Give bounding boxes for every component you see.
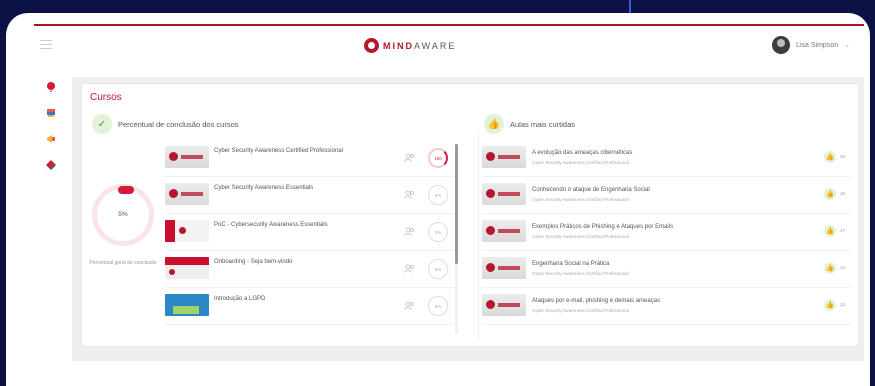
lesson-row[interactable]: Ataques por e-mail, phishing e demais am… — [482, 288, 852, 325]
balloon-icon[interactable] — [46, 82, 56, 92]
diamond-icon[interactable] — [46, 160, 56, 170]
people-icon — [404, 264, 414, 273]
lesson-thumbnail — [482, 183, 526, 205]
course-progress: 100 — [428, 148, 448, 168]
completion-arc — [118, 186, 134, 194]
course-thumbnail — [165, 220, 209, 242]
lesson-title: Exemplos Práticos de Phishing e Ataques … — [532, 224, 674, 230]
completion-value: 5% — [118, 211, 128, 218]
course-title: Cyber Security Awareness Essentials — [214, 185, 314, 191]
like-count: 19 — [840, 191, 846, 196]
lesson-title: Ataques por e-mail, phishing e demais am… — [532, 298, 661, 304]
lesson-course: Cyber Security Awareness Certified Profe… — [532, 234, 629, 239]
chevron-down-icon: ⌄ — [844, 42, 850, 49]
course-row[interactable]: PoC - Cybersecurity Awareness Essentials… — [164, 214, 456, 251]
lesson-row[interactable]: Engenharia Social na Prática Cyber Secur… — [482, 251, 852, 288]
thumbs-up-icon[interactable]: 👍 — [824, 299, 836, 311]
completion-label: Percentual geral de conclusão — [89, 260, 157, 266]
liked-section-header: 👍 Aulas mais curtidas — [484, 114, 575, 134]
like-count: 25 — [840, 154, 846, 159]
course-progress: 0% — [428, 296, 448, 316]
course-title: PoC - Cybersecurity Awareness Essentials — [214, 222, 328, 228]
course-title: Cyber Security Awareness Certified Profe… — [214, 148, 343, 154]
course-thumbnail — [165, 183, 209, 205]
liked-lessons-list: A evolução das ameaças cibernéticas Cybe… — [482, 140, 852, 325]
page-title: Cursos — [90, 92, 122, 103]
lesson-row[interactable]: Exemplos Práticos de Phishing e Ataques … — [482, 214, 852, 251]
lesson-row[interactable]: Conhecendo o ataque de Engenharia Social… — [482, 177, 852, 214]
column-divider — [478, 134, 479, 340]
course-title: Introdução a LGPD — [214, 296, 266, 302]
menu-icon[interactable] — [40, 40, 52, 52]
lesson-thumbnail — [482, 146, 526, 168]
thumbs-up-icon[interactable]: 👍 — [824, 225, 836, 237]
avatar — [772, 36, 791, 54]
thumbs-up-icon[interactable]: 👍 — [824, 262, 836, 274]
thumbs-up-icon[interactable]: 👍 — [824, 151, 836, 163]
people-icon — [404, 190, 414, 199]
decorative-line — [629, 0, 631, 14]
user-name: Lisa Simpson — [796, 41, 839, 49]
brand-logo[interactable]: MINDAWARE — [364, 38, 456, 53]
thumbs-up-icon: 👍 — [484, 114, 504, 134]
lesson-course: Cyber Security Awareness Certified Profe… — [532, 308, 629, 313]
course-thumbnail — [165, 146, 209, 168]
course-thumbnail — [165, 294, 209, 316]
liked-heading: Aulas mais curtidas — [510, 119, 576, 129]
course-thumbnail — [165, 257, 209, 279]
lesson-thumbnail — [482, 257, 526, 279]
course-row[interactable]: Cyber Security Awareness Essentials 0% — [164, 177, 456, 214]
check-icon: ✓ — [92, 114, 112, 134]
lesson-row[interactable]: A evolução das ameaças cibernéticas Cybe… — [482, 140, 852, 177]
lesson-title: Engenharia Social na Prática — [532, 261, 610, 267]
megaphone-icon[interactable] — [46, 134, 56, 144]
course-list-scrollbar-thumb[interactable] — [455, 144, 458, 264]
sidebar — [44, 82, 58, 186]
lesson-course: Cyber Security Awareness Certified Profe… — [532, 197, 629, 202]
course-progress: 0% — [428, 222, 448, 242]
course-list: Cyber Security Awareness Certified Profe… — [164, 140, 456, 336]
lesson-thumbnail — [482, 220, 526, 242]
lesson-course: Cyber Security Awareness Certified Profe… — [532, 160, 629, 165]
courses-card: Cursos ✓ Percentual de conclusão dos cur… — [82, 84, 858, 346]
like-count: 12 — [840, 302, 846, 307]
lesson-title: A evolução das ameaças cibernéticas — [532, 150, 633, 156]
thumbs-up-icon[interactable]: 👍 — [824, 188, 836, 200]
course-progress: 0% — [428, 259, 448, 279]
course-title: Onboarding - Seja bem-vindo — [214, 259, 293, 265]
completion-heading: Percentual de conclusão dos cursos — [118, 119, 239, 129]
top-bar: MINDAWARE Lisa Simpson ⌄ — [34, 24, 864, 68]
like-count: 12 — [840, 265, 846, 270]
course-row[interactable]: Onboarding - Seja bem-vindo 0% — [164, 251, 456, 288]
completion-section-header: ✓ Percentual de conclusão dos cursos — [92, 114, 239, 134]
people-icon — [404, 227, 414, 236]
course-row[interactable]: Introdução a LGPD 0% — [164, 288, 456, 325]
brain-logo-icon — [364, 38, 379, 53]
lesson-thumbnail — [482, 294, 526, 316]
people-icon — [404, 153, 414, 162]
course-progress: 0% — [428, 185, 448, 205]
brand-name: MINDAWARE — [383, 40, 457, 51]
course-row[interactable]: Cyber Security Awareness Certified Profe… — [164, 140, 456, 177]
graduation-cap-icon[interactable] — [46, 108, 56, 118]
user-menu[interactable]: Lisa Simpson ⌄ — [772, 36, 850, 54]
lesson-course: Cyber Security Awareness Certified Profe… — [532, 271, 629, 276]
people-icon — [404, 301, 414, 310]
lesson-title: Conhecendo o ataque de Engenharia Social — [532, 187, 650, 193]
like-count: 17 — [840, 228, 846, 233]
